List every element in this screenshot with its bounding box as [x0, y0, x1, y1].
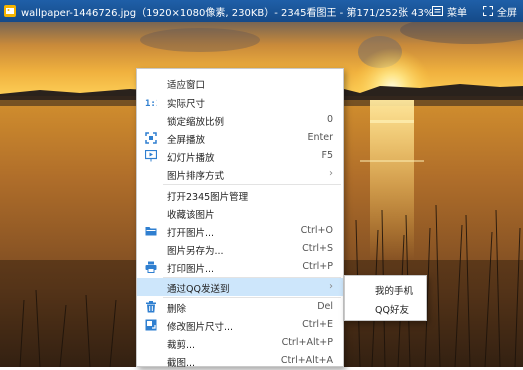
menu-item-label: 幻灯片播放	[167, 153, 215, 164]
window-title: wallpaper-1446726.jpg（1920×1080像素, 230KB…	[21, 7, 434, 19]
submenu-item-label: QQ好友	[375, 305, 409, 316]
send-qq-submenu: 我的手机 QQ好友	[344, 275, 427, 321]
menu-item-shortcut: Del	[317, 301, 333, 312]
menu-item-label: 裁剪...	[167, 340, 196, 351]
menu-item-label: 打开图片...	[167, 228, 215, 239]
menu-item-slideshow[interactable]: 幻灯片播放 F5	[137, 147, 343, 165]
menu-item-label: 锁定缩放比例	[167, 117, 225, 128]
menu-item-shortcut: Ctrl+O	[300, 225, 333, 236]
fullscreen-play-icon	[145, 132, 157, 144]
fullscreen-icon	[483, 6, 493, 16]
menu-item-shortcut: Ctrl+Alt+P	[281, 337, 333, 348]
menu-item-sort-order[interactable]: 图片排序方式 ›	[137, 165, 343, 183]
menu-item-label: 打印图片...	[167, 264, 215, 275]
svg-text:1:1: 1:1	[145, 99, 157, 108]
menu-item-open-manager[interactable]: 打开2345图片管理	[137, 186, 343, 204]
actual-size-icon: 1:1	[145, 99, 157, 108]
menu-item-label: 图片排序方式	[167, 171, 225, 182]
menu-item-shortcut: Ctrl+P	[302, 261, 333, 272]
menu-item-label: 全屏播放	[167, 135, 206, 146]
menu-item-crop[interactable]: 裁剪... Ctrl+Alt+P	[137, 334, 343, 352]
menu-item-shortcut: Ctrl+S	[302, 243, 333, 254]
menu-item-shortcut: F5	[321, 150, 333, 161]
submenu-item-qq-friend[interactable]: QQ好友	[345, 299, 426, 317]
menu-item-fullscreen-play[interactable]: 全屏播放 Enter	[137, 129, 343, 147]
menu-item-actual-size[interactable]: 1:1 实际尺寸	[137, 93, 343, 111]
slideshow-icon	[145, 150, 157, 162]
menu-item-send-qq[interactable]: 通过QQ发送到 ›	[137, 278, 343, 296]
submenu-item-label: 我的手机	[375, 286, 414, 297]
menu-item-save-as[interactable]: 图片另存为... Ctrl+S	[137, 240, 343, 258]
menu-item-label: 打开2345图片管理	[167, 192, 249, 203]
menu-item-label: 图片另存为...	[167, 246, 224, 257]
menu-item-resize[interactable]: 修改图片尺寸... Ctrl+E	[137, 316, 343, 334]
menu-separator	[163, 184, 341, 185]
printer-icon	[145, 261, 157, 273]
app-logo-icon	[4, 5, 16, 17]
menu-item-label: 删除	[167, 304, 187, 315]
menu-item-lock-zoom[interactable]: 锁定缩放比例 0	[137, 111, 343, 129]
title-bar: wallpaper-1446726.jpg（1920×1080像素, 230KB…	[0, 0, 523, 22]
menu-item-print[interactable]: 打印图片... Ctrl+P	[137, 258, 343, 276]
chevron-right-icon: ›	[329, 281, 333, 292]
menu-item-shortcut: Enter	[307, 132, 334, 143]
menu-item-shortcut: 0	[326, 114, 333, 125]
menu-item-label: 通过QQ发送到	[167, 284, 230, 295]
menu-item-shortcut: Ctrl+E	[302, 319, 333, 330]
fullscreen-label: 全屏	[497, 7, 517, 19]
menu-item-favorite[interactable]: 收藏该图片	[137, 204, 343, 222]
menu-item-open-image[interactable]: 打开图片... Ctrl+O	[137, 222, 343, 240]
submenu-item-my-phone[interactable]: 我的手机	[345, 280, 426, 298]
menu-item-label: 修改图片尺寸...	[167, 322, 234, 333]
menu-label: 菜单	[447, 7, 467, 19]
fullscreen-button[interactable]: 全屏	[483, 4, 517, 19]
menu-item-shortcut: Ctrl+Alt+A	[280, 355, 333, 366]
menu-item-label: 收藏该图片	[167, 210, 215, 221]
menu-icon	[432, 6, 443, 16]
folder-open-icon	[145, 227, 157, 236]
menu-item-delete[interactable]: 删除 Del	[137, 298, 343, 316]
menu-item-fit-window[interactable]: 适应窗口	[137, 74, 343, 92]
menu-item-label: 实际尺寸	[167, 99, 206, 110]
trash-icon	[146, 301, 156, 313]
menu-button[interactable]: 菜单	[432, 4, 467, 19]
chevron-right-icon: ›	[329, 168, 333, 179]
menu-item-label: 适应窗口	[167, 80, 206, 91]
resize-icon	[145, 319, 157, 331]
context-menu: 适应窗口 1:1 实际尺寸 锁定缩放比例 0 全屏播放 Enter 幻灯片播放 …	[136, 68, 344, 370]
menu-item-screenshot[interactable]: 截图... Ctrl+Alt+A	[137, 352, 343, 370]
